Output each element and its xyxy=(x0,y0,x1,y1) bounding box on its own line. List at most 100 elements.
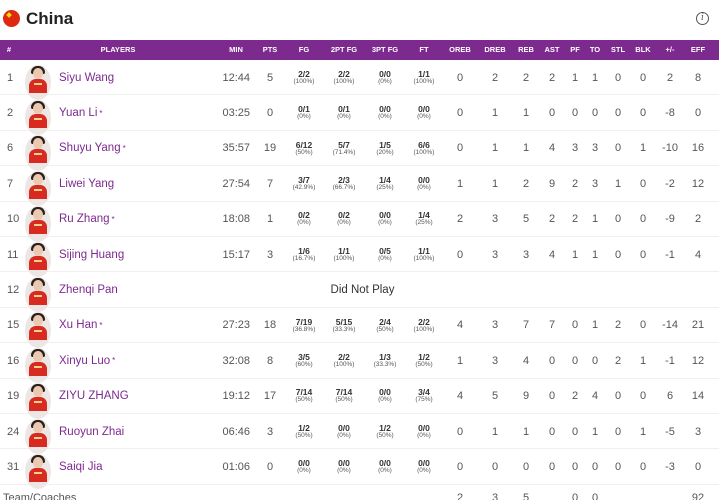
player-name-link[interactable]: Siyu Wang xyxy=(59,60,209,95)
player-name[interactable]: Ru Zhang xyxy=(59,202,110,237)
player-name-link[interactable]: Sijing Huang xyxy=(59,237,209,272)
points: 5 xyxy=(266,71,274,84)
dreb-value: 1 xyxy=(491,177,499,190)
table-row[interactable]: 11 Sijing Huang 15:17 3 1/6 (16.7%) 1/1 (100%) 0… xyxy=(0,237,719,278)
col-2pt-fg[interactable]: 2PT FG xyxy=(323,40,365,60)
col-num: # xyxy=(6,45,12,54)
col-oreb[interactable]: OREB xyxy=(444,40,476,60)
ft-percent: (0%) xyxy=(417,467,431,475)
team-to: 0 xyxy=(591,492,599,500)
table-row[interactable]: 6 Shuyu Yang * 35:57 19 6/12 (50%) 5/7 (71.4%) 1/… xyxy=(0,131,719,171)
minutes: 03:25 xyxy=(222,107,250,120)
col-ast[interactable]: AST xyxy=(539,40,565,60)
blk-value: 0 xyxy=(639,177,647,190)
blk-value: 1 xyxy=(639,142,647,155)
fg3-cell: 0/0 (0%) xyxy=(364,379,406,414)
player-number: 24 xyxy=(7,425,20,438)
fg-percent: (0%) xyxy=(297,113,311,121)
player-name-link[interactable]: Zhenqi Pan xyxy=(59,272,209,307)
player-name-link[interactable]: Shuyu Yang * xyxy=(59,131,209,166)
reb-value: 2 xyxy=(522,71,530,84)
col-dreb[interactable]: DREB xyxy=(479,40,511,60)
fg3-cell: 1/4 (25%) xyxy=(364,166,406,201)
table-row[interactable]: 2 Yuan Li * 03:25 0 0/1 (0%) 0/1 (0%) 0/0 (0%) 0/0(… xyxy=(0,95,719,136)
table-row[interactable]: 12 Zhenqi Pan Did Not Play xyxy=(0,272,719,313)
eff-value: 0 xyxy=(694,107,702,120)
ast-value: 2 xyxy=(548,213,556,226)
player-name[interactable]: Xu Han xyxy=(59,308,97,343)
table-row[interactable]: 31 Saiqi Jia 01:06 0 0/0 (0%) 0/0 (0%) 0/0 (0%) 0/… xyxy=(0,449,719,490)
fg-cell: 3/7 (42.9%) xyxy=(288,166,320,201)
col-to[interactable]: TO xyxy=(585,40,605,60)
oreb-value: 2 xyxy=(456,213,464,226)
info-icon[interactable]: i xyxy=(696,12,709,25)
player-name-link[interactable]: Xu Han * xyxy=(59,308,209,343)
player-name[interactable]: Zhenqi Pan xyxy=(59,272,118,307)
oreb-value: 0 xyxy=(456,107,464,120)
eff-value: 8 xyxy=(694,71,702,84)
col-players[interactable]: PLAYERS xyxy=(88,40,148,60)
fg-percent: (36.8%) xyxy=(292,325,316,333)
col-eff[interactable]: EFF xyxy=(686,40,710,60)
player-name[interactable]: ZIYU ZHANG xyxy=(59,379,129,414)
eff-value: 4 xyxy=(694,248,702,261)
player-name[interactable]: Xinyu Luo xyxy=(59,343,110,378)
player-number: 2 xyxy=(7,107,14,120)
player-name[interactable]: Shuyu Yang xyxy=(59,131,121,166)
player-name[interactable]: Saiqi Jia xyxy=(59,449,102,484)
fg3-percent: (0%) xyxy=(378,467,392,475)
table-row[interactable]: 10 Ru Zhang * 18:08 1 0/2 (0%) 0/2 (0%) 0/0 (0%) 1/… xyxy=(0,202,719,242)
table-row[interactable]: 15 Xu Han * 27:23 18 7/19 (36.8%) 5/15 (33.3%) 2/… xyxy=(0,308,719,348)
ast-value: 4 xyxy=(548,142,556,155)
col-fg[interactable]: FG xyxy=(288,40,320,60)
pm-value: -5 xyxy=(665,425,675,438)
team-reb: 5 xyxy=(522,492,530,500)
player-name[interactable]: Ruoyun Zhai xyxy=(59,414,124,449)
col-reb[interactable]: REB xyxy=(512,40,540,60)
player-name-link[interactable]: ZIYU ZHANG xyxy=(59,379,209,414)
ft-cell: 3/4 (75%) xyxy=(407,379,441,414)
col-ft[interactable]: FT xyxy=(407,40,441,60)
table-row[interactable]: 7 Liwei Yang 27:54 7 3/7 (42.9%) 2/3 (66.7%) 1/4… xyxy=(0,166,719,207)
table-row[interactable]: 16 Xinyu Luo * 32:08 8 3/5 (60%) 2/2 (100%) 1/3 (3… xyxy=(0,343,719,384)
col-pts[interactable]: PTS xyxy=(258,40,282,60)
china-flag-icon xyxy=(3,10,20,27)
blk-value: 0 xyxy=(639,71,647,84)
player-name-link[interactable]: Saiqi Jia xyxy=(59,449,209,484)
blk-value: 0 xyxy=(639,107,647,120)
reb-value: 5 xyxy=(522,213,530,226)
player-name[interactable]: Siyu Wang xyxy=(59,60,114,95)
col-3pt-fg[interactable]: 3PT FG xyxy=(364,40,406,60)
player-name-link[interactable]: Yuan Li * xyxy=(59,95,209,130)
player-name[interactable]: Sijing Huang xyxy=(59,237,124,272)
points: 17 xyxy=(263,390,277,403)
player-name-link[interactable]: Ru Zhang * xyxy=(59,202,209,237)
stl-value: 0 xyxy=(614,425,622,438)
col-blk[interactable]: BLK xyxy=(631,40,655,60)
player-name-link[interactable]: Ruoyun Zhai xyxy=(59,414,209,449)
col-min[interactable]: MIN xyxy=(220,40,252,60)
fg-percent: (60%) xyxy=(295,360,313,368)
points: 3 xyxy=(266,248,274,261)
table-row[interactable]: 19 ZIYU ZHANG 19:12 17 7/14 (50%) 7/14 (50%) 0/0… xyxy=(0,379,719,419)
col-pf[interactable]: PF xyxy=(565,40,585,60)
eff-value: 21 xyxy=(691,319,705,332)
eff-value: 12 xyxy=(691,177,705,190)
table-row[interactable]: 1 Siyu Wang 12:44 5 2/2 (100%) 2/2 (100%) 0/0 (0%… xyxy=(0,60,719,101)
col-stl[interactable]: STL xyxy=(606,40,630,60)
player-name[interactable]: Liwei Yang xyxy=(59,166,114,201)
player-name-link[interactable]: Liwei Yang xyxy=(59,166,209,201)
fg2-cell: 5/7 (71.4%) xyxy=(323,131,365,166)
player-name-link[interactable]: Xinyu Luo * xyxy=(59,343,209,378)
table-row[interactable]: 24 Ruoyun Zhai 06:46 3 1/2 (50%) 0/0 (0%) 1/2 (50… xyxy=(0,414,719,455)
fg-percent: (16.7%) xyxy=(292,254,316,262)
fg2-percent: (100%) xyxy=(333,254,355,262)
player-name[interactable]: Yuan Li xyxy=(59,95,97,130)
to-value: 3 xyxy=(591,177,599,190)
blk-value: 0 xyxy=(639,248,647,261)
points: 0 xyxy=(266,107,274,120)
minutes: 18:08 xyxy=(222,213,250,226)
col-plus-minus[interactable]: +/- xyxy=(659,40,681,60)
ast-value: 0 xyxy=(548,461,556,474)
stl-value: 0 xyxy=(614,107,622,120)
